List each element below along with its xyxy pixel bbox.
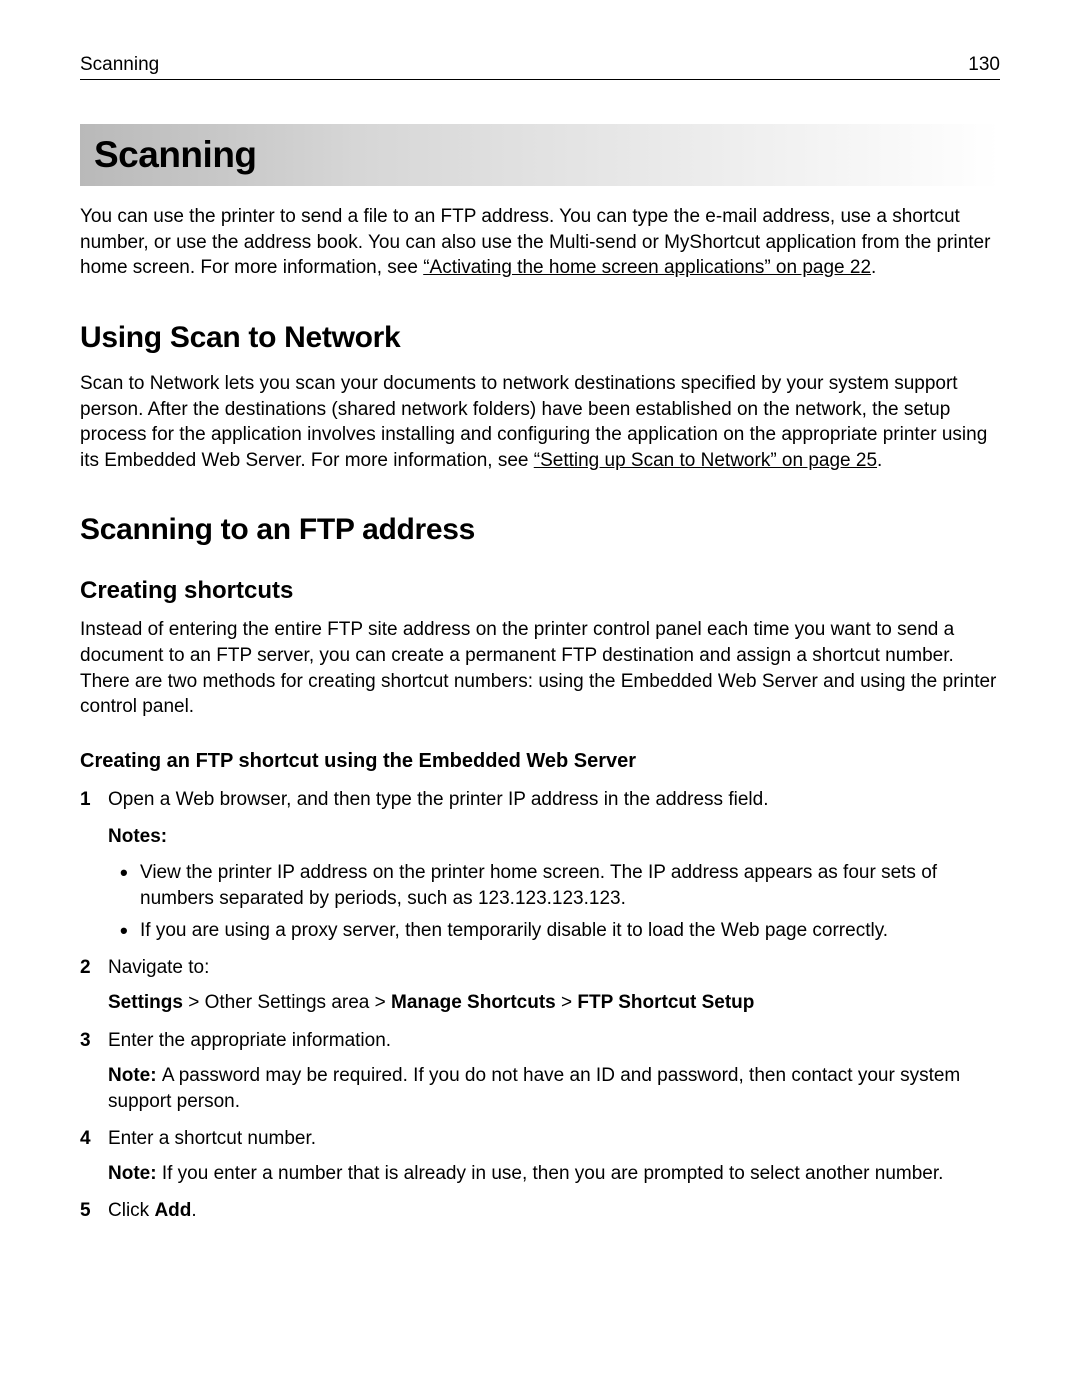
step-5-text-before: Click: [108, 1200, 154, 1221]
creating-shortcuts-paragraph: Instead of entering the entire FTP site …: [80, 617, 1000, 720]
steps-list: Open a Web browser, and then type the pr…: [80, 787, 1000, 1225]
scan-to-network-paragraph: Scan to Network lets you scan your docum…: [80, 371, 1000, 474]
subsection-heading-creating-shortcuts: Creating shortcuts: [80, 577, 1000, 605]
step-1-note-1: View the printer IP address on the print…: [140, 860, 1000, 911]
nav-path-settings: Settings: [108, 992, 183, 1013]
step-3-note-label: Note:: [108, 1065, 162, 1086]
step-5: Click Add.: [80, 1198, 1000, 1225]
step-4-note-text: If you enter a number that is already in…: [162, 1163, 944, 1184]
step-2: Navigate to: Settings > Other Settings a…: [80, 955, 1000, 1016]
nav-path-sep3: >: [556, 992, 578, 1013]
chapter-title: Scanning: [94, 134, 1000, 176]
step-4: Enter a shortcut number. Note: If you en…: [80, 1126, 1000, 1186]
header-section-label: Scanning: [80, 54, 159, 76]
subsubsection-heading-ftp-shortcut-ews: Creating an FTP shortcut using the Embed…: [80, 750, 1000, 773]
running-header: Scanning 130: [80, 54, 1000, 80]
intro-paragraph: You can use the printer to send a file t…: [80, 204, 1000, 281]
step-3-text: Enter the appropriate information.: [108, 1030, 391, 1051]
nav-path-other-settings: Other Settings area: [205, 992, 370, 1013]
step-3-note: Note: A password may be required. If you…: [108, 1063, 1000, 1114]
step-2-text: Navigate to:: [108, 957, 209, 978]
step-1-notes-heading: Notes:: [108, 824, 1000, 851]
scan-to-network-text-tail: .: [877, 450, 882, 471]
nav-path-sep1: >: [183, 992, 205, 1013]
intro-text-tail: .: [871, 257, 876, 278]
nav-path-sep2: >: [369, 992, 391, 1013]
step-1-note-2: If you are using a proxy server, then te…: [140, 918, 1000, 944]
step-4-text: Enter a shortcut number.: [108, 1128, 316, 1149]
section-heading-scan-to-network: Using Scan to Network: [80, 321, 1000, 355]
step-1-text: Open a Web browser, and then type the pr…: [108, 789, 768, 810]
step-3-note-text: A password may be required. If you do no…: [108, 1065, 960, 1112]
step-5-add-label: Add: [154, 1200, 191, 1221]
step-1: Open a Web browser, and then type the pr…: [80, 787, 1000, 943]
document-page: Scanning 130 Scanning You can use the pr…: [0, 0, 1080, 1397]
nav-path-ftp-shortcut-setup: FTP Shortcut Setup: [577, 992, 754, 1013]
step-4-note-label: Note:: [108, 1163, 162, 1184]
intro-cross-reference-link[interactable]: “Activating the home screen applications…: [423, 257, 871, 278]
scan-to-network-cross-reference-link[interactable]: “Setting up Scan to Network” on page 25: [534, 450, 877, 471]
step-3: Enter the appropriate information. Note:…: [80, 1028, 1000, 1114]
nav-path-manage-shortcuts: Manage Shortcuts: [391, 992, 556, 1013]
step-5-text-after: .: [191, 1200, 196, 1221]
header-page-number: 130: [968, 54, 1000, 76]
chapter-title-banner: Scanning: [80, 124, 1000, 186]
step-1-notes-list: View the printer IP address on the print…: [108, 860, 1000, 943]
section-heading-scan-to-ftp: Scanning to an FTP address: [80, 513, 1000, 547]
step-1-notes-block: Notes: View the printer IP address on th…: [108, 824, 1000, 944]
step-2-nav-path: Settings > Other Settings area > Manage …: [108, 990, 1000, 1017]
step-4-note: Note: If you enter a number that is alre…: [108, 1161, 1000, 1187]
